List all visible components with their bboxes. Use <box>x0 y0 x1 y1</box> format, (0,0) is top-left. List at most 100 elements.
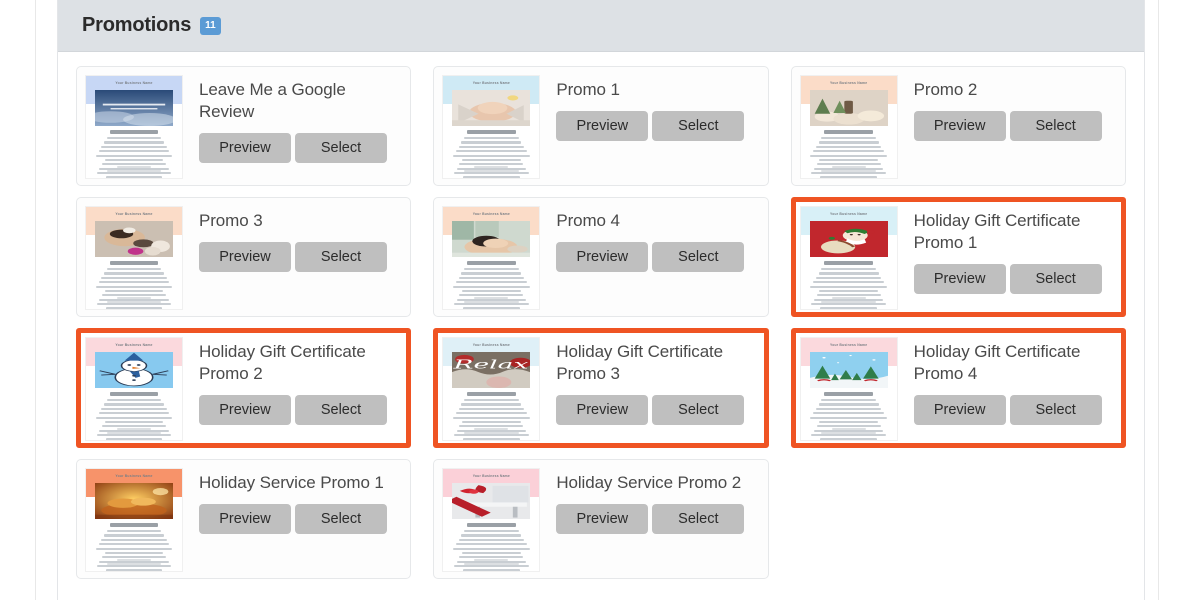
mini-text-line <box>810 416 887 419</box>
mini-text-line <box>104 420 164 424</box>
mini-text-line <box>106 137 162 140</box>
mini-text-line <box>106 530 162 533</box>
promotion-card[interactable]: Your Business Name Promo 3 Preview Select <box>76 197 412 317</box>
mini-text-line <box>105 307 163 309</box>
promotion-card-selected[interactable]: Your Business Name Holiday Gift Certifica… <box>790 197 1126 317</box>
mini-text-line <box>813 150 885 153</box>
mini-business-name: Your Business Name <box>472 81 510 85</box>
mini-business-name: Your Business Name <box>115 474 153 478</box>
promotion-card[interactable]: Your Business Name Promo 2 Preview Select <box>790 66 1126 186</box>
hero-art-clouds-icon <box>95 90 173 126</box>
select-button[interactable]: Select <box>652 394 745 426</box>
preview-button[interactable]: Preview <box>913 394 1006 426</box>
mini-text-line <box>453 416 530 419</box>
mini-footer-line <box>821 170 876 172</box>
preview-button[interactable]: Preview <box>199 132 291 164</box>
mini-text-line <box>820 176 878 178</box>
mini-email-preview: Your Business Name <box>86 338 182 440</box>
promotion-card-selected[interactable]: Your Business Name Holiday Gift Certifica… <box>76 328 412 448</box>
preview-button[interactable]: Preview <box>199 503 291 535</box>
preview-button[interactable]: Preview <box>199 394 291 426</box>
preview-button[interactable]: Preview <box>556 110 649 142</box>
mini-footer <box>815 166 883 174</box>
select-button[interactable]: Select <box>652 241 745 273</box>
mini-text-line <box>101 407 167 410</box>
template-thumbnail[interactable]: Your Business Name <box>85 206 183 310</box>
mini-text-line <box>820 307 878 309</box>
select-button[interactable]: Select <box>295 503 387 535</box>
page-title: Promotions <box>82 14 192 36</box>
mini-headline <box>467 392 516 396</box>
preview-button[interactable]: Preview <box>556 503 649 535</box>
promotion-title: Promo 1 <box>556 80 620 99</box>
promotion-card-selected[interactable]: Your Business Name Relax Holiday Gift Cert… <box>433 328 769 448</box>
promotion-card[interactable]: Your Business Name Promo 4 Preview Select <box>433 197 769 317</box>
mini-text-line <box>462 569 520 571</box>
select-button[interactable]: Select <box>652 110 745 142</box>
mini-footer-line <box>831 166 866 168</box>
promotion-actions: Preview Select <box>199 394 402 426</box>
template-thumbnail[interactable]: Your Business Name <box>799 337 898 441</box>
mini-headline <box>824 392 873 396</box>
mini-text-line <box>95 285 173 288</box>
template-thumbnail[interactable]: Your Business Name <box>442 468 541 572</box>
promotion-card[interactable]: Your Business Name Holiday Service Promo … <box>76 459 412 579</box>
mini-text-line <box>455 150 527 153</box>
mini-text-line <box>458 276 525 279</box>
promotion-card[interactable]: Your Business Name Holiday Service Promo … <box>433 459 769 579</box>
template-thumbnail[interactable]: Your Business Name <box>799 206 898 310</box>
mini-text-line <box>810 285 887 288</box>
template-thumbnail[interactable]: Your Business Name <box>85 337 183 441</box>
mini-footer-line <box>106 170 162 172</box>
preview-button[interactable]: Preview <box>913 263 1006 295</box>
select-button[interactable]: Select <box>295 241 387 273</box>
select-button[interactable]: Select <box>1009 394 1102 426</box>
mini-email-preview: Your Business Name <box>86 76 182 178</box>
mini-hero-image <box>452 483 531 519</box>
mini-footer-line <box>464 563 519 565</box>
mini-hero-image <box>95 352 173 388</box>
template-thumbnail[interactable]: Your Business Name <box>442 206 541 310</box>
promotion-card-body: Promo 4 Preview Select <box>540 206 759 273</box>
promotion-card[interactable]: Your Business Name Promo 1 Preview Select <box>433 66 769 186</box>
mini-text-line <box>462 551 521 555</box>
preview-button[interactable]: Preview <box>556 241 649 273</box>
mini-text-line <box>464 399 519 402</box>
promotion-card[interactable]: Your Business Name Leave Me a Google Revi… <box>76 66 412 186</box>
mini-text-line <box>458 538 525 541</box>
select-button[interactable]: Select <box>295 394 387 426</box>
mini-text-line <box>103 534 165 537</box>
promotion-card-selected[interactable]: Your Business Name Holiday Gift Certifica… <box>790 328 1126 448</box>
mini-text-line <box>95 154 173 157</box>
mini-email-preview: Your Business Name <box>443 207 540 309</box>
select-button[interactable]: Select <box>1009 110 1102 142</box>
mini-text-line <box>464 530 519 533</box>
select-button[interactable]: Select <box>1009 263 1102 295</box>
mini-headline <box>109 392 159 396</box>
template-thumbnail[interactable]: Your Business Name <box>442 75 541 179</box>
preview-button[interactable]: Preview <box>913 110 1006 142</box>
mini-text-line <box>98 281 170 284</box>
select-button[interactable]: Select <box>295 132 387 164</box>
mini-text-line <box>818 403 879 406</box>
panel-header: Promotions 11 <box>58 0 1144 52</box>
template-thumbnail[interactable]: Your Business Name <box>799 75 898 179</box>
promotion-title: Holiday Gift Certificate Promo 4 <box>913 342 1081 383</box>
mini-footer-line <box>464 432 519 434</box>
template-thumbnail[interactable]: Your Business Name <box>85 468 183 572</box>
mini-hero-image <box>809 90 888 126</box>
mini-footer-line <box>474 428 509 430</box>
select-button[interactable]: Select <box>652 503 745 535</box>
promotion-card-body: Promo 3 Preview Select <box>183 206 402 273</box>
mini-text-line <box>818 272 879 275</box>
mini-business-name: Your Business Name <box>115 212 153 216</box>
template-thumbnail[interactable]: Your Business Name <box>85 75 183 179</box>
mini-footer-line <box>464 170 519 172</box>
preview-button[interactable]: Preview <box>199 241 291 273</box>
mini-text-line <box>461 141 522 144</box>
right-rail-divider <box>1158 0 1159 600</box>
preview-button[interactable]: Preview <box>556 394 649 426</box>
mini-business-name: Your Business Name <box>472 474 510 478</box>
mini-email-preview: Your Business Name <box>86 207 182 309</box>
template-thumbnail[interactable]: Your Business Name Relax <box>442 337 541 441</box>
